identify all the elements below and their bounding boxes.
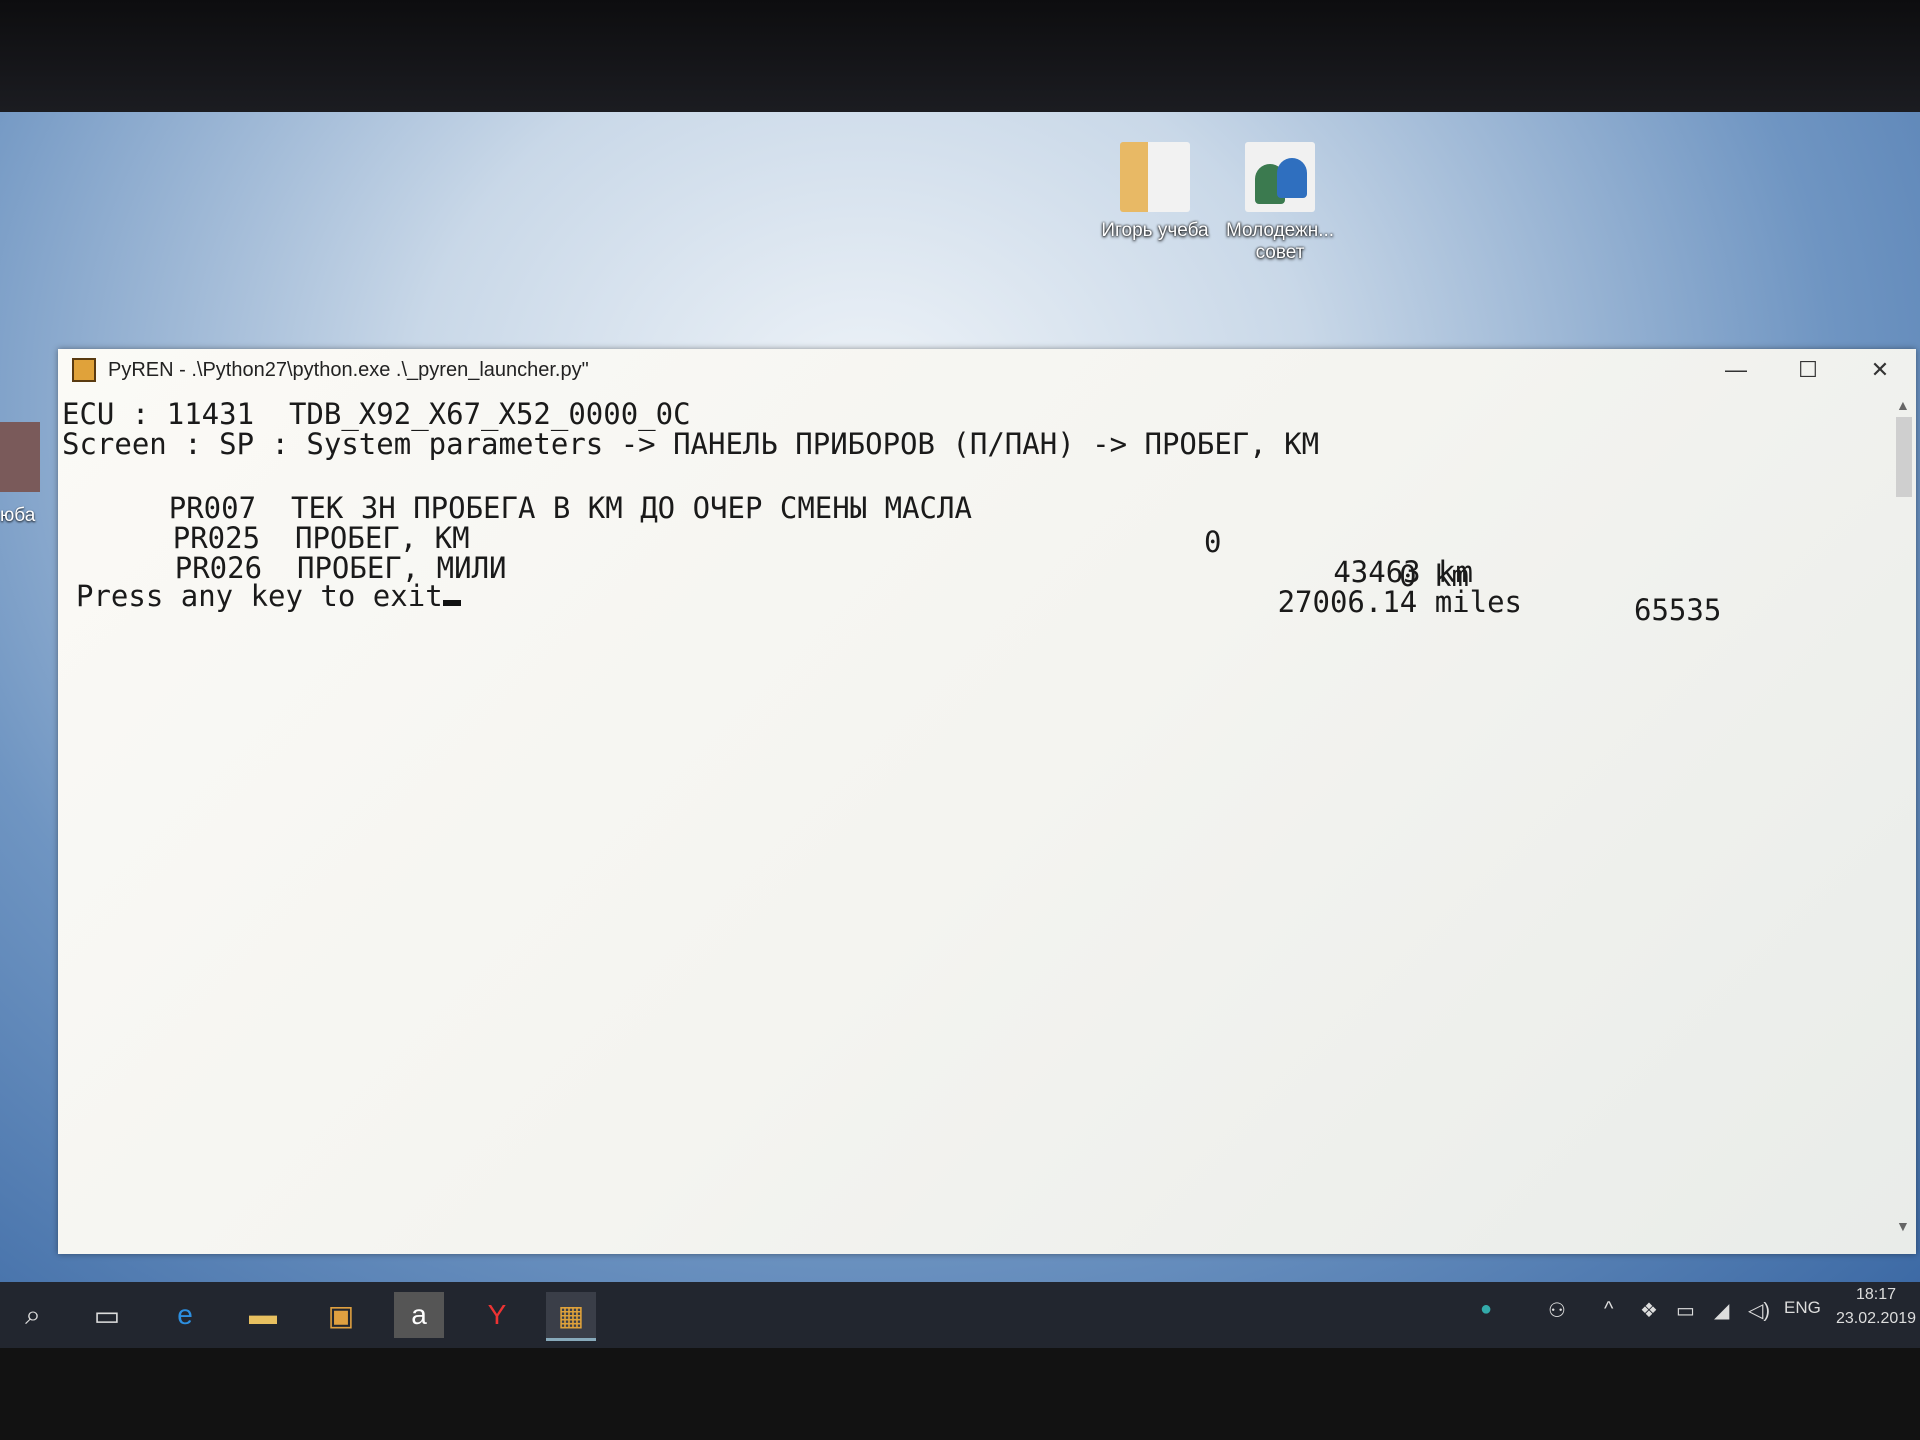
monitor-bezel-bottom — [0, 1348, 1920, 1440]
param-max: 65535 — [1634, 593, 1722, 627]
people-icon[interactable]: ⚇ — [1548, 1298, 1566, 1323]
monitor-bezel-top — [0, 0, 1920, 118]
scroll-thumb[interactable] — [1896, 417, 1912, 497]
user-group-icon — [1245, 142, 1315, 212]
title-bar[interactable]: PyREN - .\Python27\python.exe .\_pyren_l… — [58, 349, 1916, 391]
screen-line: Screen : SP : System parameters -> ПАНЕЛ… — [62, 427, 1320, 461]
amazon-icon[interactable]: a — [394, 1292, 444, 1338]
scroll-down-arrow-icon[interactable]: ▼ — [1896, 1218, 1910, 1234]
folder-icon — [1120, 142, 1190, 212]
battery-icon[interactable]: ▭ — [1676, 1298, 1695, 1323]
edge-icon[interactable]: e — [160, 1292, 210, 1338]
window-title: PyREN - .\Python27\python.exe .\_pyren_l… — [108, 358, 589, 381]
minimize-button[interactable]: — — [1700, 349, 1772, 391]
pyren-app-icon — [72, 358, 96, 382]
task-view-icon[interactable]: ▭ — [82, 1292, 132, 1338]
desktop-icon-youth-council[interactable]: Молодежн... совет — [1215, 142, 1345, 264]
desktop-icon-label: Молодежн... — [1225, 220, 1335, 241]
search-icon[interactable]: ⌕ — [8, 1292, 58, 1338]
param-row: PR025 ПРОБЕГ, КМ 43463 km — [68, 487, 1868, 589]
volume-icon[interactable]: ◁) — [1748, 1298, 1770, 1323]
clock-date[interactable]: 23.02.2019 — [1836, 1310, 1916, 1328]
scroll-up-arrow-icon[interactable]: ▲ — [1896, 397, 1910, 413]
taskbar: ⌕ ▭ e ▬ ▣ a Y ▦ ● ⚇ ^ ❖ ▭ ◢ ◁) ENG 18:17… — [0, 1282, 1920, 1348]
help-icon[interactable]: ● — [1480, 1298, 1492, 1321]
close-button[interactable]: ✕ — [1844, 349, 1916, 391]
file-explorer-icon[interactable]: ▬ — [238, 1292, 288, 1338]
text-cursor — [442, 600, 461, 606]
dropbox-icon[interactable]: ❖ — [1640, 1298, 1658, 1323]
yandex-browser-icon[interactable]: Y — [472, 1292, 522, 1338]
param-row: PR026 ПРОБЕГ, МИЛИ 27006.14 miles — [70, 517, 1870, 619]
desktop-icon-igor-study[interactable]: Игорь учеба — [1090, 142, 1220, 242]
param-value: 43463 km — [1333, 555, 1473, 589]
wifi-icon[interactable]: ◢ — [1714, 1298, 1729, 1323]
prompt-line: Press any key to exit — [76, 579, 461, 613]
language-indicator[interactable]: ENG — [1784, 1298, 1821, 1318]
maximize-button[interactable]: ☐ — [1772, 349, 1844, 391]
exit-prompt: Press any key to exit — [76, 579, 443, 613]
console-window[interactable]: PyREN - .\Python27\python.exe .\_pyren_l… — [58, 349, 1916, 1254]
vertical-scrollbar[interactable]: ▲ ▼ — [1892, 397, 1916, 1234]
desktop-icon-label: Игорь учеба — [1101, 220, 1209, 241]
param-row: PR007 ТЕК ЗН ПРОБЕГА В КМ ДО ОЧЕР СМЕНЫ … — [64, 457, 1864, 627]
ecu-line: ECU : 11431 TDB_X92_X67_X52_0000_0C — [62, 397, 691, 431]
desktop-icon-label-line2: совет — [1255, 242, 1305, 263]
store-icon[interactable]: ▣ — [316, 1292, 366, 1338]
desktop-icon-partial[interactable] — [0, 422, 40, 492]
pyren-icon[interactable]: ▦ — [546, 1292, 596, 1341]
param-value: 27006.14 miles — [1277, 585, 1522, 619]
clock-time[interactable]: 18:17 — [1856, 1286, 1896, 1304]
chevron-up-icon[interactable]: ^ — [1604, 1298, 1613, 1321]
console-output[interactable]: ECU : 11431 TDB_X92_X67_X52_0000_0C Scre… — [62, 397, 1876, 1254]
desktop-icon-partial-label: юба — [0, 505, 36, 526]
